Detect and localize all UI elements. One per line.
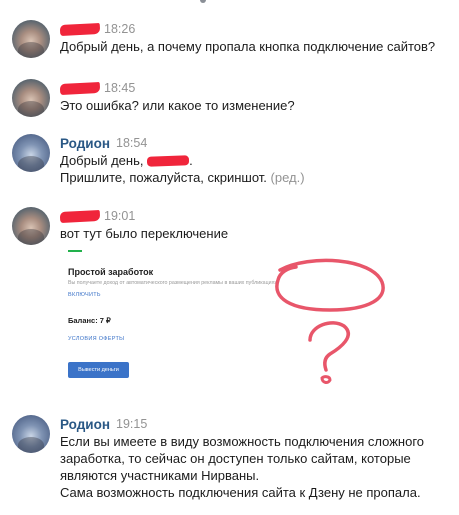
message-text: Это ошибка? или какое то изменение? bbox=[60, 98, 295, 113]
message-text: Пришлите, пожалуйста, скриншот. (ред.) bbox=[60, 169, 459, 186]
redacted-author-name bbox=[59, 22, 101, 36]
message-text: Если вы имеете в виду возможность подклю… bbox=[60, 434, 425, 449]
message-line-end: . bbox=[189, 153, 193, 168]
offer-link[interactable]: УСЛОВИЯ ОФЕРТЫ bbox=[68, 336, 124, 342]
author-name[interactable]: Родион bbox=[60, 417, 110, 432]
message-time: 19:15 bbox=[116, 417, 148, 431]
withdraw-button[interactable]: Вывести деньги bbox=[68, 362, 129, 378]
avatar[interactable] bbox=[12, 79, 50, 117]
avatar[interactable] bbox=[12, 207, 50, 245]
balance-label: Баланс: 7 ₽ bbox=[68, 316, 111, 325]
accent-bar bbox=[68, 250, 82, 252]
annotation-drawing bbox=[275, 258, 385, 384]
message-text: заработка, то сейчас он доступен только … bbox=[60, 451, 411, 466]
redacted-author-name bbox=[59, 81, 101, 95]
message-text: Добрый день, а почему пропала кнопка под… bbox=[60, 39, 436, 54]
message-text: являются участниками Нирваны. bbox=[60, 468, 260, 483]
avatar[interactable] bbox=[12, 415, 50, 453]
message-text: вот тут было переключение bbox=[60, 226, 229, 241]
author-name[interactable]: Родион bbox=[60, 136, 110, 151]
message-time: 19:01 bbox=[104, 209, 136, 223]
avatar[interactable] bbox=[12, 20, 50, 58]
message-time: 18:54 bbox=[116, 136, 148, 150]
card-description: Вы получаете доход от автоматического ра… bbox=[68, 280, 278, 286]
message-text: Сама возможность подключения сайта к Дзе… bbox=[60, 485, 421, 500]
enable-link[interactable]: ВКЛЮЧИТЬ bbox=[68, 292, 101, 298]
message-time: 18:26 bbox=[104, 22, 136, 36]
message-text: Добрый день, . bbox=[60, 152, 459, 169]
redacted-author-name bbox=[59, 209, 101, 223]
message-line: Пришлите, пожалуйста, скриншот. bbox=[60, 170, 267, 185]
scroll-indicator bbox=[200, 0, 206, 3]
card-title: Простой заработок bbox=[68, 267, 154, 277]
question-mark bbox=[308, 321, 350, 372]
avatar[interactable] bbox=[12, 134, 50, 172]
redacted-name bbox=[146, 155, 190, 167]
question-dot bbox=[320, 375, 332, 384]
edited-label[interactable]: (ред.) bbox=[271, 170, 305, 185]
message-line: Добрый день, bbox=[60, 153, 144, 168]
circle-mark bbox=[275, 258, 385, 312]
message-time: 18:45 bbox=[104, 81, 136, 95]
